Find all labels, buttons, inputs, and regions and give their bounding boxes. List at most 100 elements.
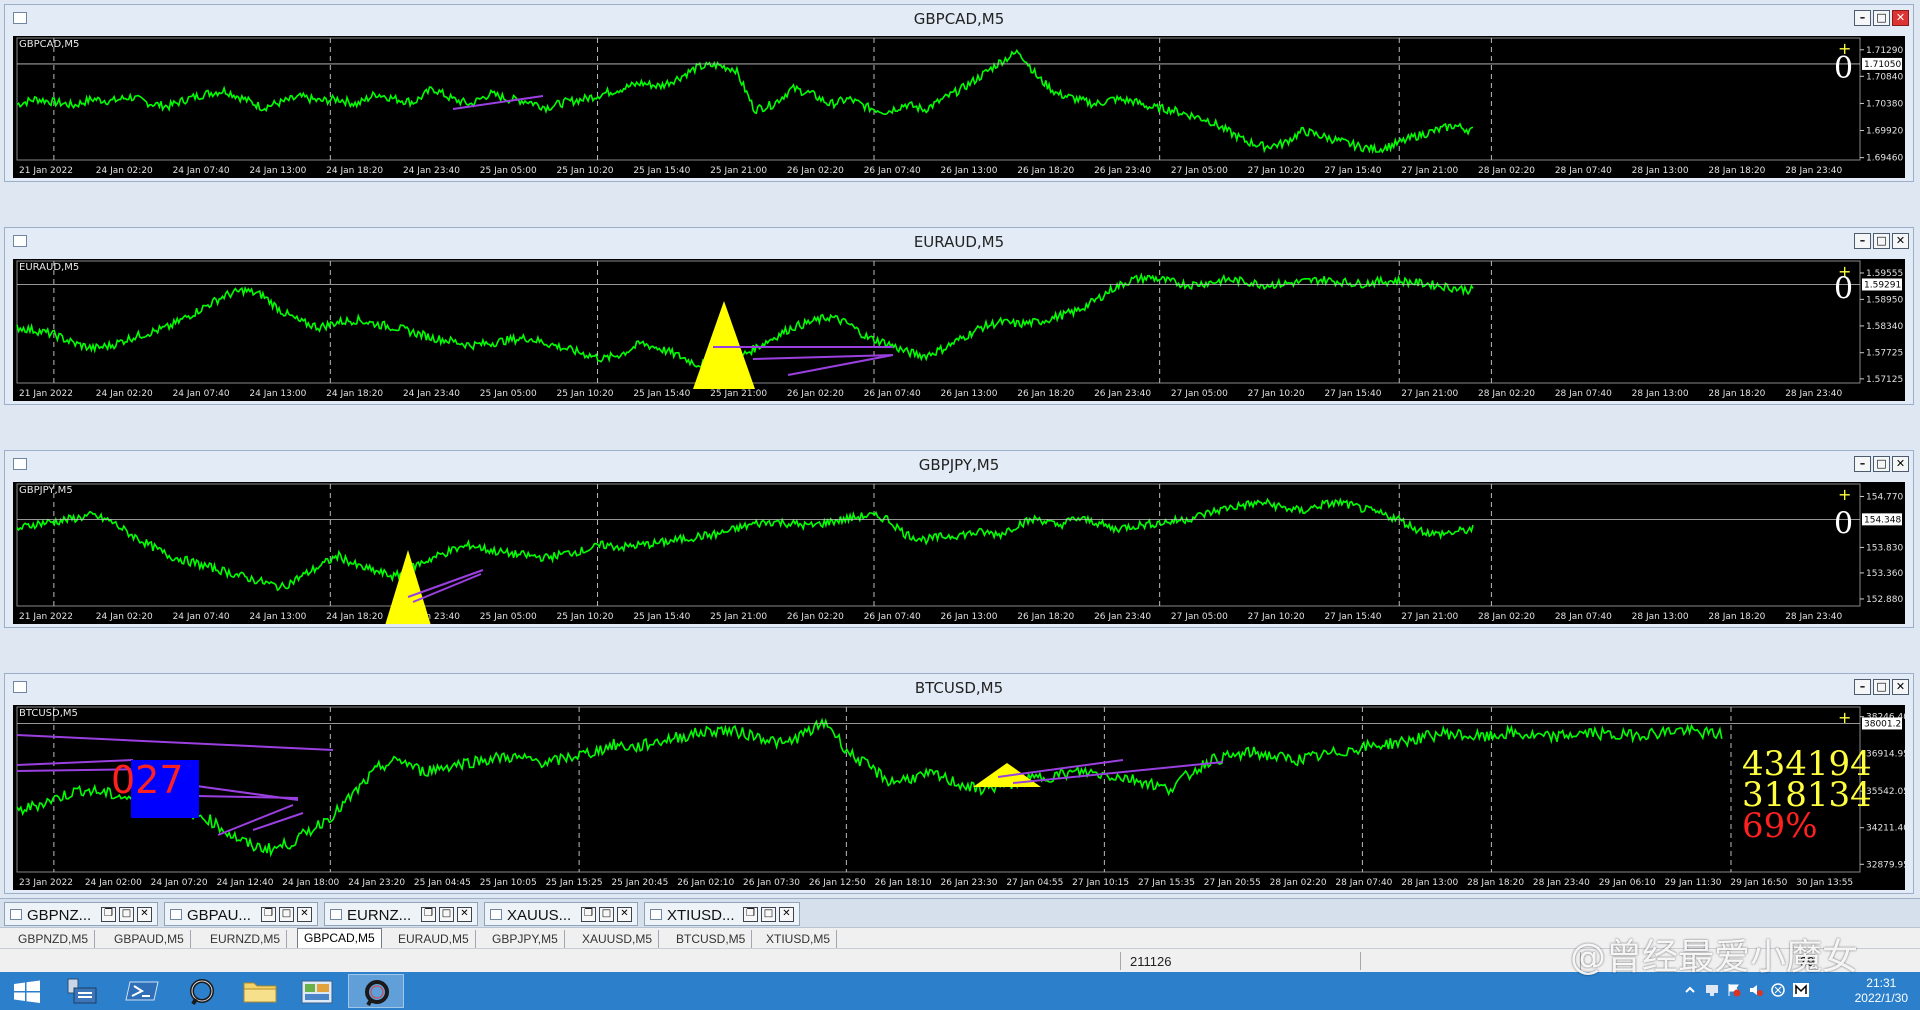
windows-logo-icon bbox=[14, 980, 40, 1003]
chart-window-euraud[interactable]: EURAUD,M5 – □ ✕ 21 Jan 2022 24 Jan 02:20 2… bbox=[4, 227, 1914, 405]
chart-window-gbpjpy[interactable]: GBPJPY,M5 – □ ✕ 21 Jan 2022 24 Jan 02:20 2… bbox=[4, 450, 1914, 628]
x-tick-label: 28 Jan 18:20 bbox=[1708, 389, 1765, 399]
chart-area[interactable]: 21 Jan 2022 24 Jan 02:20 24 Jan 07:40 24 Ja… bbox=[13, 36, 1905, 178]
chart-window-icon bbox=[490, 909, 502, 920]
tray-metaquotes-icon[interactable] bbox=[1793, 983, 1809, 997]
taskbar-clock[interactable]: 21:31 2022/1/30 bbox=[1855, 976, 1908, 1006]
x-tick-label: 24 Jan 07:40 bbox=[173, 389, 230, 399]
minimized-window-tab[interactable]: XAUUS... ❐ □ ✕ bbox=[484, 902, 638, 926]
close-button[interactable]: ✕ bbox=[1892, 233, 1909, 249]
chart-window-icon bbox=[650, 909, 662, 920]
minimize-button[interactable]: – bbox=[1854, 456, 1871, 472]
x-tick-label: 26 Jan 13:00 bbox=[941, 612, 998, 622]
close-button[interactable]: ✕ bbox=[297, 907, 312, 922]
x-tick-label: 24 Jan 13:00 bbox=[249, 389, 306, 399]
taskbar-mt4-1[interactable] bbox=[174, 974, 230, 1008]
chart-window-btcusd[interactable]: BTCUSD,M5 – □ ✕ 23 Jan 2022 24 Jan 02:00 2… bbox=[4, 673, 1914, 894]
x-tick-label: 26 Jan 07:40 bbox=[864, 166, 921, 176]
y-tick-label: 34211.40 bbox=[1866, 824, 1905, 834]
chart-symbol-label: GBPJPY,M5 bbox=[19, 485, 73, 496]
current-price-label: 1.71050 bbox=[1864, 60, 1901, 70]
status-separator bbox=[1120, 952, 1121, 970]
close-button[interactable]: ✕ bbox=[617, 907, 632, 922]
chart-tab[interactable]: XAUUSD,M5 bbox=[576, 930, 660, 948]
tray-flag-icon[interactable] bbox=[1727, 983, 1741, 997]
x-tick-label: 27 Jan 10:20 bbox=[1248, 612, 1305, 622]
x-tick-label: 28 Jan 18:20 bbox=[1708, 166, 1765, 176]
close-button[interactable]: ✕ bbox=[779, 907, 794, 922]
minimize-button[interactable]: – bbox=[1854, 679, 1871, 695]
chart-background bbox=[13, 259, 1905, 401]
x-tick-label: 26 Jan 07:40 bbox=[864, 612, 921, 622]
restore-button[interactable]: ❐ bbox=[421, 907, 436, 922]
minimize-button[interactable]: – bbox=[1854, 233, 1871, 249]
x-tick-label: 28 Jan 13:00 bbox=[1632, 612, 1689, 622]
tray-volume-icon[interactable] bbox=[1749, 983, 1763, 997]
taskbar-explorer[interactable] bbox=[232, 974, 288, 1008]
x-tick-label: 25 Jan 15:40 bbox=[633, 166, 690, 176]
minimized-window-tab[interactable]: GBPNZ... ❐ □ ✕ bbox=[4, 902, 158, 926]
chart-tab[interactable]: GBPNZD,M5 bbox=[12, 930, 96, 948]
close-button[interactable]: ✕ bbox=[1892, 456, 1909, 472]
close-button[interactable]: ✕ bbox=[137, 907, 152, 922]
minimized-window-tab[interactable]: EURNZ... ❐ □ ✕ bbox=[324, 902, 478, 926]
minimized-window-tab[interactable]: XTIUSD... ❐ □ ✕ bbox=[644, 902, 800, 926]
minimized-window-tab[interactable]: GBPAU... ❐ □ ✕ bbox=[164, 902, 318, 926]
tray-warning-icon[interactable] bbox=[1771, 983, 1785, 997]
chart-window-gbpcad[interactable]: GBPCAD,M5 – □ ✕ 21 Jan 2022 24 Jan 02:20 2… bbox=[4, 4, 1914, 182]
chart-tab[interactable]: BTCUSD,M5 bbox=[670, 930, 753, 948]
maximize-button[interactable]: □ bbox=[599, 907, 614, 922]
x-tick-label: 27 Jan 05:00 bbox=[1171, 389, 1228, 399]
x-tick-label: 24 Jan 02:00 bbox=[85, 878, 142, 888]
maximize-button[interactable]: □ bbox=[279, 907, 294, 922]
restore-button[interactable]: ❐ bbox=[581, 907, 596, 922]
y-tick-label: 153.360 bbox=[1866, 569, 1903, 579]
x-tick-label: 25 Jan 05:00 bbox=[480, 389, 537, 399]
chart-tab[interactable]: EURAUD,M5 bbox=[392, 930, 476, 948]
x-tick-label: 27 Jan 10:15 bbox=[1072, 878, 1129, 888]
chart-tab[interactable]: GBPJPY,M5 bbox=[486, 930, 565, 948]
chart-area[interactable]: 23 Jan 2022 24 Jan 02:00 24 Jan 07:20 24 Ja… bbox=[13, 705, 1905, 890]
tray-arrow-icon[interactable] bbox=[1683, 983, 1697, 997]
taskbar-powershell[interactable] bbox=[116, 974, 172, 1008]
crosshair-marker: + bbox=[1838, 485, 1851, 504]
tray-network-icon[interactable] bbox=[1705, 983, 1719, 997]
clock-date: 2022/1/30 bbox=[1854, 991, 1908, 1005]
window-title-bar[interactable]: BTCUSD,M5 – □ ✕ bbox=[5, 674, 1913, 700]
start-button[interactable] bbox=[0, 974, 56, 1008]
x-tick-label: 28 Jan 23:40 bbox=[1785, 612, 1842, 622]
close-button[interactable]: ✕ bbox=[457, 907, 472, 922]
chart-symbol-label: GBPCAD,M5 bbox=[19, 39, 80, 50]
chart-tab[interactable]: GBPAUD,M5 bbox=[108, 930, 191, 948]
close-button[interactable]: ✕ bbox=[1892, 679, 1909, 695]
chart-tab[interactable]: EURNZD,M5 bbox=[204, 930, 288, 948]
restore-button[interactable]: ❐ bbox=[261, 907, 276, 922]
x-tick-label: 27 Jan 10:20 bbox=[1248, 389, 1305, 399]
maximize-button[interactable]: □ bbox=[119, 907, 134, 922]
maximize-button[interactable]: □ bbox=[1873, 233, 1890, 249]
status-value: 211126 bbox=[1130, 954, 1172, 969]
chart-window-icon bbox=[170, 909, 182, 920]
minimize-button[interactable]: – bbox=[1854, 10, 1871, 26]
window-title-bar[interactable]: GBPJPY,M5 – □ ✕ bbox=[5, 451, 1913, 477]
maximize-button[interactable]: □ bbox=[439, 907, 454, 922]
x-tick-label: 24 Jan 23:20 bbox=[348, 878, 405, 888]
chart-tab[interactable]: XTIUSD,M5 bbox=[760, 930, 838, 948]
x-tick-label: 27 Jan 15:40 bbox=[1324, 612, 1381, 622]
window-title-bar[interactable]: GBPCAD,M5 – □ ✕ bbox=[5, 5, 1913, 31]
maximize-button[interactable]: □ bbox=[1873, 679, 1890, 695]
chart-area[interactable]: 21 Jan 2022 24 Jan 02:20 24 Jan 07:40 24 Ja… bbox=[13, 259, 1905, 401]
close-button[interactable]: ✕ bbox=[1892, 10, 1909, 26]
window-title-bar[interactable]: EURAUD,M5 – □ ✕ bbox=[5, 228, 1913, 254]
taskbar-control-panel[interactable] bbox=[290, 974, 346, 1008]
restore-button[interactable]: ❐ bbox=[743, 907, 758, 922]
taskbar-mt4-2[interactable] bbox=[348, 974, 404, 1008]
maximize-button[interactable]: □ bbox=[1873, 10, 1890, 26]
x-tick-label: 24 Jan 18:20 bbox=[326, 389, 383, 399]
chart-tab-active[interactable]: GBPCAD,M5 bbox=[297, 928, 382, 949]
maximize-button[interactable]: □ bbox=[761, 907, 776, 922]
taskbar-server-manager[interactable] bbox=[58, 974, 114, 1008]
chart-area[interactable]: 21 Jan 2022 24 Jan 02:20 24 Jan 07:40 24 Ja… bbox=[13, 482, 1905, 624]
restore-button[interactable]: ❐ bbox=[101, 907, 116, 922]
maximize-button[interactable]: □ bbox=[1873, 456, 1890, 472]
